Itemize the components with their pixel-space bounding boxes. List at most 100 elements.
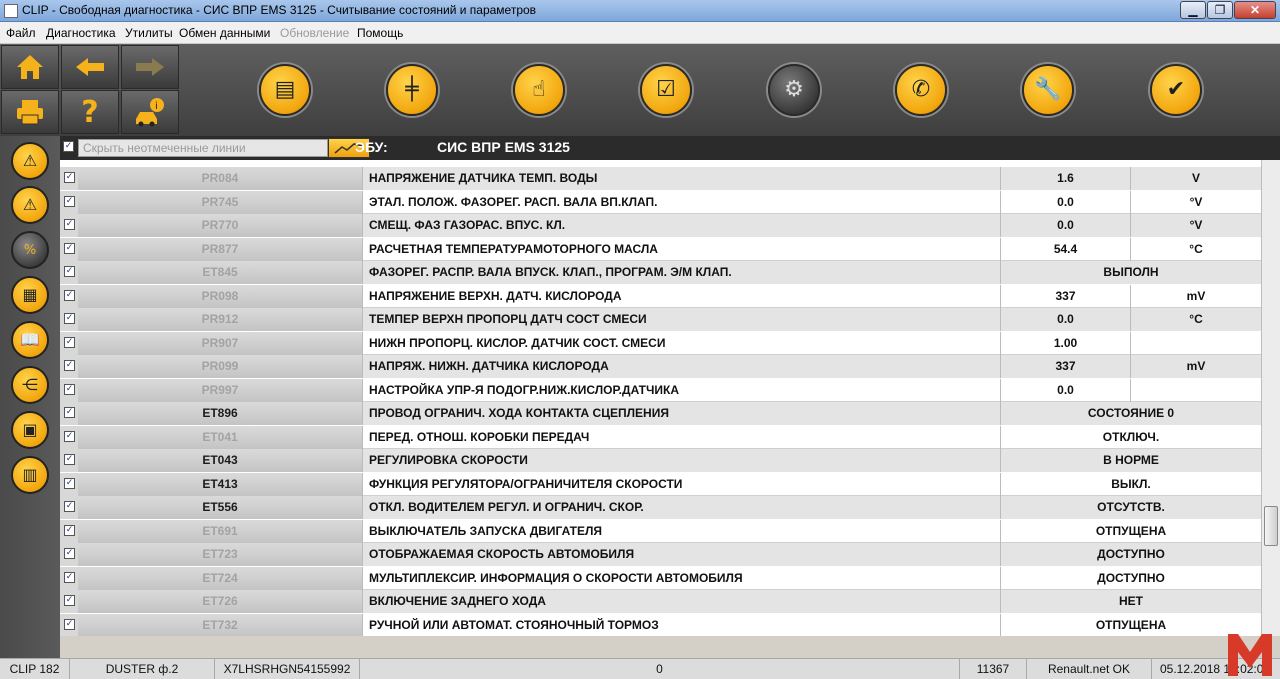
row-checkbox[interactable]: ✓ [64,337,75,348]
table-row[interactable]: ✓ ET723 ОТОБРАЖАЕМАЯ СКОРОСТЬ АВТОМОБИЛЯ ДО… [60,543,1261,566]
row-checkbox[interactable]: ✓ [64,313,75,324]
table-row[interactable]: ✓ ET691 ВЫКЛЮЧАТЕЛЬ ЗАПУСКА ДВИГАТЕЛЯ ОТПУЩ… [60,520,1261,543]
row-checkbox[interactable]: ✓ [64,243,75,254]
row-checkbox[interactable]: ✓ [64,478,75,489]
row-checkbox-cell: ✓ [60,379,78,402]
checklist-icon: ☑ [656,77,676,102]
table-row[interactable]: ✓ PR084 НАПРЯЖЕНИЕ ДАТЧИКА ТЕМП. ВОДЫ 1.6 V [60,167,1261,190]
table-row[interactable]: ✓ ET726 ВКЛЮЧЕНИЕ ЗАДНЕГО ХОДА НЕТ [60,590,1261,613]
phone-support-button[interactable]: ✆ [895,64,947,116]
vehicle-screen-icon: ▤ [274,77,296,102]
row-code: PR770 [78,214,362,237]
table-row[interactable]: ✓ ET896 ПРОВОД ОГРАНИЧ. ХОДА КОНТАКТА СЦЕП… [60,402,1261,425]
home-icon [17,55,43,79]
row-status: ДОСТУПНО [1000,543,1261,566]
manual-button[interactable]: 📖 [11,321,49,359]
row-code: PR997 [78,379,362,402]
menu-diagnostics[interactable]: Диагностика [46,26,116,40]
row-unit [1130,332,1261,355]
table-row[interactable]: ✓ PR907 НИЖН ПРОПОРЦ. КИСЛОР. ДАТЧИК СОСТ.… [60,332,1261,355]
row-parameter-name: ЭТАЛ. ПОЛОЖ. ФАЗОРЕГ. РАСП. ВАЛА ВП.КЛАП… [362,191,1000,214]
touch-button[interactable]: ☝ [513,64,565,116]
gearbox-button[interactable]: ╪ [386,64,438,116]
save-vehicle-button[interactable]: ▣ [11,411,49,449]
menu-utilities[interactable]: Утилиты [125,26,173,40]
row-checkbox-cell: ✓ [60,308,78,331]
clip-application-window: CLIP - Свободная диагностика - СИС ВПР E… [0,0,1280,679]
fault-warning-button[interactable]: ⚠ [11,142,49,180]
row-checkbox[interactable]: ✓ [64,290,75,301]
table-row[interactable]: ✓ ET041 ПЕРЕД. ОТНОШ. КОРОБКИ ПЕРЕДАЧ ОТКЛЮ… [60,426,1261,449]
table-row[interactable]: ✓ ET043 РЕГУЛИРОВКА СКОРОСТИ В НОРМЕ [60,449,1261,472]
home-button[interactable] [1,45,59,89]
row-unit: mV [1130,285,1261,308]
row-status: ВЫПОЛН [1000,261,1261,284]
row-checkbox[interactable]: ✓ [64,454,75,465]
warning-button[interactable]: ⚠ [11,186,49,224]
maximize-button[interactable]: ❐ [1207,1,1233,19]
status-bar: CLIP 182 DUSTER ф.2 X7LHSRHGN54155992 0 … [0,658,1280,679]
table-row[interactable]: ✓ ET732 РУЧНОЙ ИЛИ АВТОМАТ. СТОЯНОЧНЫЙ ТОР… [60,614,1261,636]
table-row[interactable]: ✓ PR912 ТЕМПЕР ВЕРХН ПРОПОРЦ ДАТЧ СОСТ СМЕ… [60,308,1261,331]
row-checkbox[interactable]: ✓ [64,595,75,606]
wrench-button[interactable]: 🔧 [1022,64,1074,116]
barcode-button[interactable]: ▥ [11,456,49,494]
row-checkbox[interactable]: ✓ [64,384,75,395]
manual-book-icon: 📖 [20,330,40,349]
wiring-icon: ⋲ [22,375,38,394]
print-button[interactable] [1,90,59,134]
checklist-button[interactable]: ☑ [640,64,692,116]
row-checkbox[interactable]: ✓ [64,619,75,630]
parameters-button[interactable]: % [11,231,49,269]
table-row[interactable]: ✓ PR098 НАПРЯЖЕНИЕ ВЕРХН. ДАТЧ. КИСЛОРОДА 3… [60,285,1261,308]
minimize-button[interactable]: ▁ [1180,1,1206,19]
vertical-scrollbar[interactable] [1261,160,1280,636]
table-row[interactable]: ✓ ET845 ФАЗОРЕГ. РАСПР. ВАЛА ВПУСК. КЛАП.,… [60,261,1261,284]
table-row[interactable]: ✓ ET556 ОТКЛ. ВОДИТЕЛЕМ РЕГУЛ. И ОГРАНИЧ. … [60,496,1261,519]
menu-help[interactable]: Помощь [357,26,403,40]
back-button[interactable] [61,45,119,89]
vehicle-info-button[interactable]: i [121,90,179,134]
table-row[interactable]: ✓ ET413 ФУНКЦИЯ РЕГУЛЯТОРА/ОГРАНИЧИТЕЛЯ СК… [60,473,1261,496]
row-checkbox[interactable]: ✓ [64,407,75,418]
vehicle-config-button[interactable]: ▦ [11,276,49,314]
row-checkbox[interactable]: ✓ [64,525,75,536]
row-checkbox[interactable]: ✓ [64,431,75,442]
row-checkbox-cell: ✓ [60,238,78,261]
row-code: PR099 [78,355,362,378]
row-unit [1130,379,1261,402]
car-search-button[interactable]: ⚙ [768,64,820,116]
wiring-button[interactable]: ⋲ [11,366,49,404]
row-checkbox[interactable]: ✓ [64,572,75,583]
row-parameter-name: ВКЛЮЧЕНИЕ ЗАДНЕГО ХОДА [362,590,1000,613]
row-status: ОТКЛЮЧ. [1000,426,1261,449]
row-checkbox[interactable]: ✓ [64,501,75,512]
vehicle-screen-button[interactable]: ▤ [259,64,311,116]
row-status: ОТСУТСТВ. [1000,496,1261,519]
app-icon [4,4,18,18]
row-checkbox[interactable]: ✓ [64,266,75,277]
scrollbar-thumb[interactable] [1264,506,1278,546]
menu-file[interactable]: Файл [6,26,36,40]
table-row[interactable]: ✓ PR877 РАСЧЕТНАЯ ТЕМПЕРАТУРАМОТОРНОГО МАС… [60,238,1261,261]
table-row[interactable]: ✓ PR770 СМЕЩ. ФАЗ ГАЗОРАС. ВПУС. КЛ. 0.0 °V [60,214,1261,237]
forward-button[interactable] [121,45,179,89]
menu-update: Обновление [280,26,350,40]
row-code: PR907 [78,332,362,355]
help-button[interactable]: ? [61,90,119,134]
row-parameter-name: ОТОБРАЖАЕМАЯ СКОРОСТЬ АВТОМОБИЛЯ [362,543,1000,566]
row-parameter-name: ОТКЛ. ВОДИТЕЛЕМ РЕГУЛ. И ОГРАНИЧ. СКОР. [362,496,1000,519]
table-row[interactable]: ✓ PR099 НАПРЯЖ. НИЖН. ДАТЧИКА КИСЛОРОДА 337… [60,355,1261,378]
table-row[interactable]: ✓ PR997 НАСТРОЙКА УПР-Я ПОДОГР.НИЖ.КИСЛОР.… [60,379,1261,402]
row-checkbox[interactable]: ✓ [64,219,75,230]
row-checkbox[interactable]: ✓ [64,196,75,207]
car-check-button[interactable]: ✔ [1150,64,1202,116]
close-button[interactable]: ✕ [1234,1,1276,19]
row-checkbox[interactable]: ✓ [64,360,75,371]
row-checkbox[interactable]: ✓ [64,548,75,559]
row-checkbox[interactable]: ✓ [64,172,75,183]
menu-data-exchange[interactable]: Обмен данными [179,26,270,40]
print-icon [17,100,43,125]
table-row[interactable]: ✓ PR745 ЭТАЛ. ПОЛОЖ. ФАЗОРЕГ. РАСП. ВАЛА В… [60,191,1261,214]
table-row[interactable]: ✓ ET724 МУЛЬТИПЛЕКСИР. ИНФОРМАЦИЯ О СКОРОС… [60,567,1261,590]
